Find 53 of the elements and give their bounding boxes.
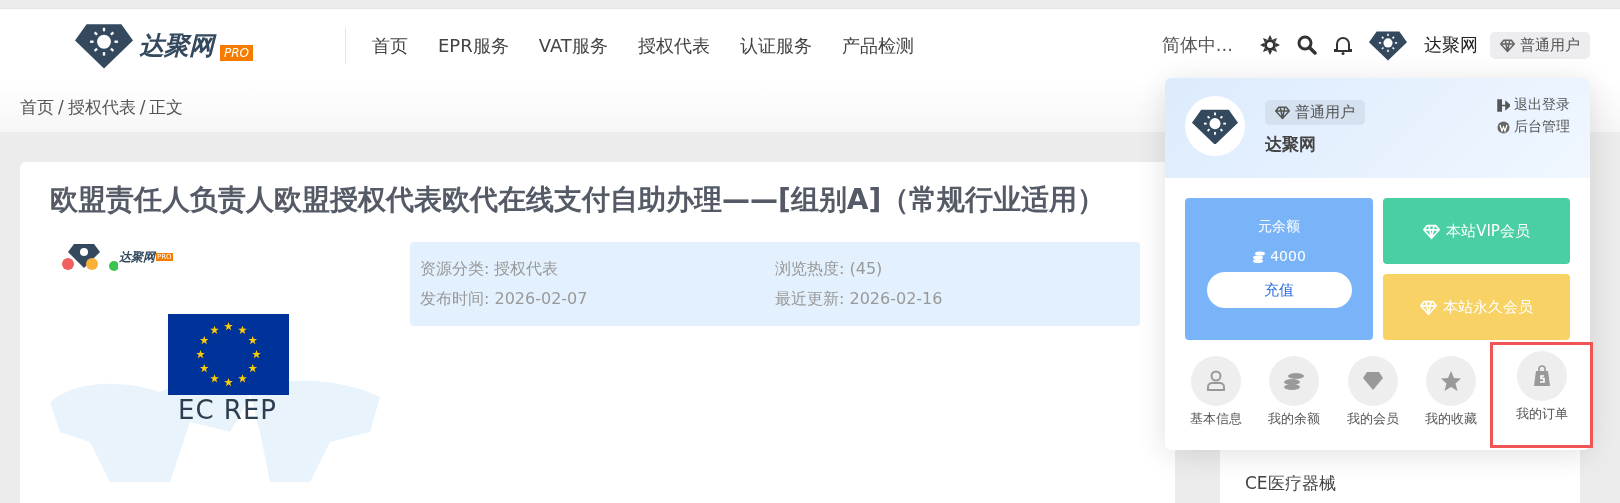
diamond-icon	[1275, 105, 1290, 120]
breadcrumb-separator: /	[58, 97, 64, 117]
shopping-bag-icon	[1516, 351, 1567, 401]
logo-badge: PRO	[220, 44, 254, 61]
info-text: 发布时间: 2026-02-07	[420, 288, 589, 310]
logo-icon	[75, 22, 133, 69]
user-name[interactable]: 达聚网	[1424, 33, 1478, 58]
info-text: 最近更新: 2026-02-16	[775, 288, 944, 310]
menu-link[interactable]: 后台管理	[1497, 118, 1570, 136]
theme-icon[interactable]	[1260, 35, 1280, 56]
info-text: 资源分类: 授权代表	[420, 258, 560, 280]
user-level-text: 普通用户	[1295, 103, 1355, 122]
avatar-icon	[1369, 30, 1407, 61]
diamond-icon	[1420, 298, 1437, 316]
shortcut-item[interactable]: 我的会员	[1333, 350, 1412, 430]
breadcrumb-current: 正文	[149, 95, 184, 119]
article-title: 欧盟责任人负责人欧盟授权代表欧代在线支付自助办理——[组别A]（常规行业适用）	[50, 182, 1107, 218]
bell-icon[interactable]	[1334, 35, 1352, 56]
user-icon	[1191, 356, 1242, 406]
breadcrumb-link[interactable]: 首页	[20, 95, 54, 119]
avatar-icon	[1192, 107, 1238, 145]
sidebar-link[interactable]: CE医疗器械	[1245, 473, 1336, 493]
language-selector[interactable]: 简体中...	[1161, 33, 1233, 58]
balance-label: 元余额	[1258, 218, 1300, 236]
shortcut-item[interactable]: 基本信息	[1177, 350, 1256, 430]
recharge-button[interactable]: 充值	[1206, 272, 1352, 308]
shortcut-item[interactable]: 我的收藏	[1412, 350, 1491, 430]
breadcrumb-separator: /	[139, 97, 146, 117]
user-level-text: 普通用户	[1520, 36, 1580, 55]
user-name: 达聚网	[1265, 133, 1316, 156]
nav-link[interactable]: EPR服务	[438, 33, 509, 58]
breadcrumb-link[interactable]: 授权代表	[67, 95, 136, 119]
nav-link[interactable]: VAT服务	[538, 33, 608, 58]
diamond-icon	[1423, 222, 1441, 240]
logout-icon	[1497, 98, 1510, 112]
nav-link[interactable]: 产品检测	[841, 33, 914, 58]
wordpress-icon	[1497, 120, 1510, 134]
coins-icon	[1252, 249, 1267, 263]
info-text: 浏览热度: (45)	[775, 258, 884, 280]
diamond-icon	[1500, 38, 1515, 53]
flag-icon	[168, 314, 289, 395]
logo-text: 达聚网	[119, 248, 155, 266]
nav-link[interactable]: 授权代表	[637, 33, 710, 58]
balance-amount: 4000	[1252, 248, 1306, 264]
shortcut-item[interactable]: 我的订单	[1493, 345, 1590, 445]
coins-icon	[1269, 356, 1320, 406]
nav-link[interactable]: 认证服务	[739, 33, 812, 58]
menu-link[interactable]: 退出登录	[1497, 96, 1570, 114]
image-caption: EC REP	[178, 395, 279, 425]
logo-icon	[62, 242, 118, 272]
nav-link[interactable]: 首页	[372, 33, 408, 58]
search-icon[interactable]	[1297, 35, 1317, 56]
shortcut-item[interactable]: 我的余额	[1255, 350, 1334, 430]
